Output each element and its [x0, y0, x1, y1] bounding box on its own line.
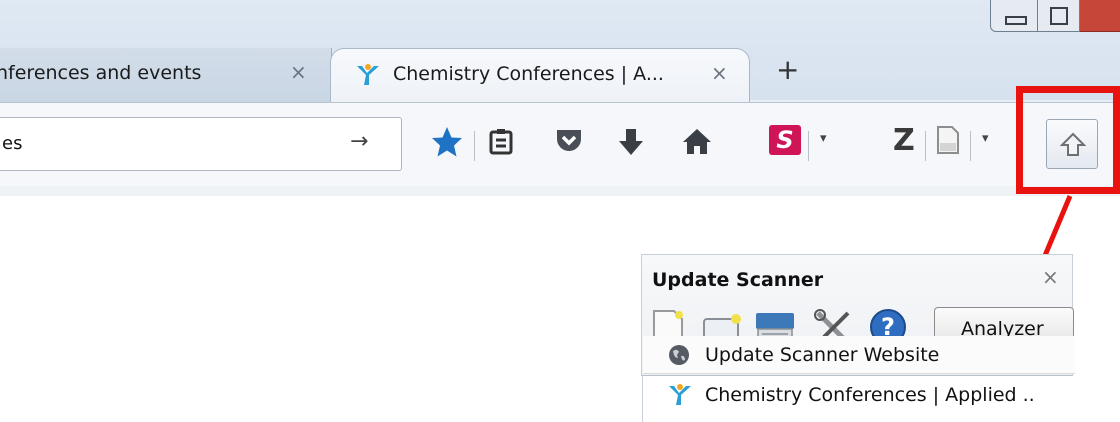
new-tab-button[interactable]: + [776, 56, 799, 84]
list-item-label: Update Scanner Website [705, 344, 940, 366]
chevron-down-icon[interactable]: ▾ [982, 131, 989, 146]
go-arrow-icon[interactable]: → [350, 129, 368, 154]
reading-list-icon[interactable] [488, 127, 514, 159]
browser-chrome: nferences and events × Chemistry Confere… [0, 0, 1120, 196]
list-item[interactable]: Chemistry Conferences | Applied .. [643, 376, 1075, 414]
toolbar-separator [474, 131, 475, 161]
pocket-icon[interactable] [555, 127, 583, 157]
tab-conferences-and-events[interactable]: nferences and events × [0, 48, 332, 102]
close-window-button[interactable] [1080, 0, 1120, 32]
page-icon[interactable] [936, 125, 960, 159]
conference-favicon-icon [355, 63, 381, 91]
downloads-icon[interactable] [618, 127, 644, 161]
tab-close-icon[interactable]: × [711, 61, 728, 85]
toolbar-separator [808, 131, 809, 161]
maximize-button[interactable] [1038, 0, 1080, 32]
tab-label: nferences and events [0, 62, 202, 84]
minimize-button[interactable] [990, 0, 1038, 32]
bookmark-star-icon[interactable] [430, 125, 464, 163]
toolbar-separator [925, 131, 926, 161]
tab-chemistry-conferences[interactable]: Chemistry Conferences | A... × [330, 48, 750, 102]
update-scanner-panel: Update Scanner × ? Analyzer Update Scann… [641, 254, 1075, 422]
tab-label: Chemistry Conferences | A... [393, 63, 664, 85]
tab-close-icon[interactable]: × [290, 60, 307, 84]
address-bar-text[interactable]: es [2, 133, 22, 154]
navigation-toolbar: es → S ▾ Z ▾ [0, 102, 1120, 186]
panel-title: Update Scanner [652, 269, 824, 291]
list-item[interactable]: Update Scanner Website [643, 336, 1075, 374]
home-icon[interactable] [682, 127, 712, 159]
window-controls [990, 0, 1120, 34]
chevron-down-icon[interactable]: ▾ [820, 131, 827, 146]
globe-icon [667, 343, 691, 371]
conference-favicon-icon [667, 383, 693, 411]
red-highlight-box [1016, 86, 1120, 194]
s-addon-icon[interactable]: S [769, 125, 801, 155]
close-icon[interactable]: × [1042, 265, 1059, 289]
bookmarks-bar [0, 186, 1120, 196]
list-item-label: Chemistry Conferences | Applied .. [705, 384, 1035, 406]
address-bar[interactable]: es → [0, 117, 402, 171]
zotero-icon[interactable]: Z [893, 125, 915, 157]
toolbar-separator [970, 131, 971, 161]
